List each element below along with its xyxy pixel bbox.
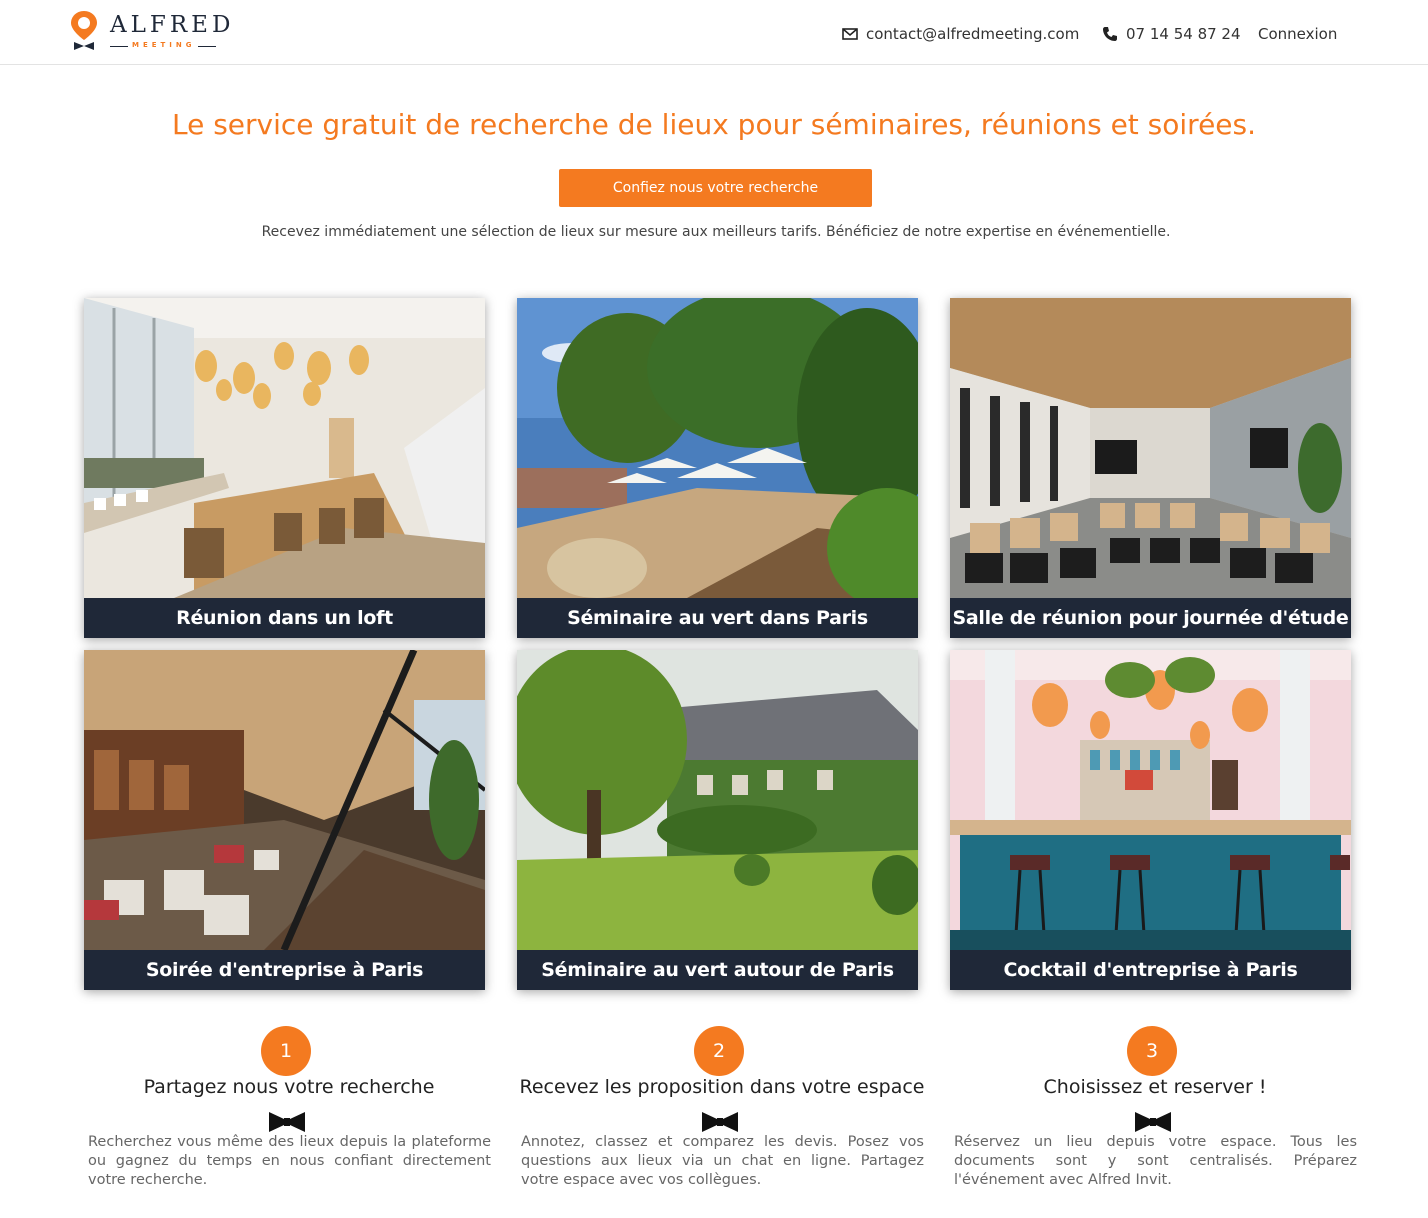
alfred-logo[interactable]: ALFRED MEETING	[70, 10, 230, 52]
card-caption: Séminaire au vert autour de Paris	[517, 950, 918, 990]
step-description: Réservez un lieu depuis votre espace. To…	[954, 1134, 1357, 1188]
phone-icon	[1103, 27, 1117, 41]
step-3: 3 Choisissez et reserver ! Réservez un l…	[951, 1026, 1359, 1196]
card-caption: Séminaire au vert dans Paris	[517, 598, 918, 638]
loft-photo	[84, 298, 485, 598]
rooftop-lounge-photo	[84, 650, 485, 950]
venue-card-green-paris[interactable]: Séminaire au vert dans Paris	[517, 298, 918, 638]
bowtie-icon	[1135, 1112, 1171, 1132]
venue-card-green-outskirts[interactable]: Séminaire au vert autour de Paris	[517, 650, 918, 990]
step-title: Recevez les proposition dans votre espac…	[519, 1076, 925, 1098]
card-caption: Réunion dans un loft	[84, 598, 485, 638]
step-number-badge: 3	[1127, 1026, 1177, 1076]
card-caption: Soirée d'entreprise à Paris	[84, 950, 485, 990]
venue-card-corporate-party[interactable]: Soirée d'entreprise à Paris	[84, 650, 485, 990]
step-title: Partagez nous votre recherche	[143, 1076, 435, 1098]
cocktail-bar-photo	[950, 650, 1351, 950]
conference-room-photo	[950, 298, 1351, 598]
hero-title: Le service gratuit de recherche de lieux…	[171, 108, 1257, 141]
step-description: Recherchez vous même des lieux depuis la…	[88, 1134, 491, 1188]
logo-subtitle: MEETING	[110, 41, 216, 51]
card-caption: Salle de réunion pour journée d'étude	[950, 598, 1351, 638]
envelope-icon	[842, 28, 858, 40]
country-house-photo	[517, 650, 918, 950]
bowtie-icon	[702, 1112, 738, 1132]
step-description: Annotez, classez et comparez les devis. …	[521, 1134, 924, 1188]
hero-subtitle: Recevez immédiatement une sélection de l…	[261, 224, 1171, 240]
step-number-badge: 1	[261, 1026, 311, 1076]
venue-card-cocktail[interactable]: Cocktail d'entreprise à Paris	[950, 650, 1351, 990]
venue-card-loft[interactable]: Réunion dans un loft	[84, 298, 485, 638]
bowtie-icon	[269, 1112, 305, 1132]
logo-wordmark: ALFRED	[110, 12, 235, 38]
phone-link[interactable]: 07 14 54 87 24	[1102, 22, 1241, 46]
phone-text: 07 14 54 87 24	[1126, 25, 1241, 43]
cta-button[interactable]: Confiez nous votre recherche	[559, 169, 872, 207]
step-2: 2 Recevez les proposition dans votre esp…	[518, 1026, 926, 1196]
venue-card-meeting-room[interactable]: Salle de réunion pour journée d'étude	[950, 298, 1351, 638]
step-title: Choisissez et reserver !	[1043, 1076, 1267, 1098]
site-header: ALFRED MEETING contact@alfredmeeting.com…	[0, 0, 1428, 65]
email-text: contact@alfredmeeting.com	[866, 25, 1080, 43]
garden-terrace-photo	[517, 298, 918, 598]
email-link[interactable]: contact@alfredmeeting.com	[842, 22, 1079, 46]
location-pin-icon	[71, 11, 97, 50]
login-link[interactable]: Connexion	[1258, 22, 1337, 46]
card-caption: Cocktail d'entreprise à Paris	[950, 950, 1351, 990]
step-number-badge: 2	[694, 1026, 744, 1076]
step-1: 1 Partagez nous votre recherche Recherch…	[85, 1026, 493, 1196]
